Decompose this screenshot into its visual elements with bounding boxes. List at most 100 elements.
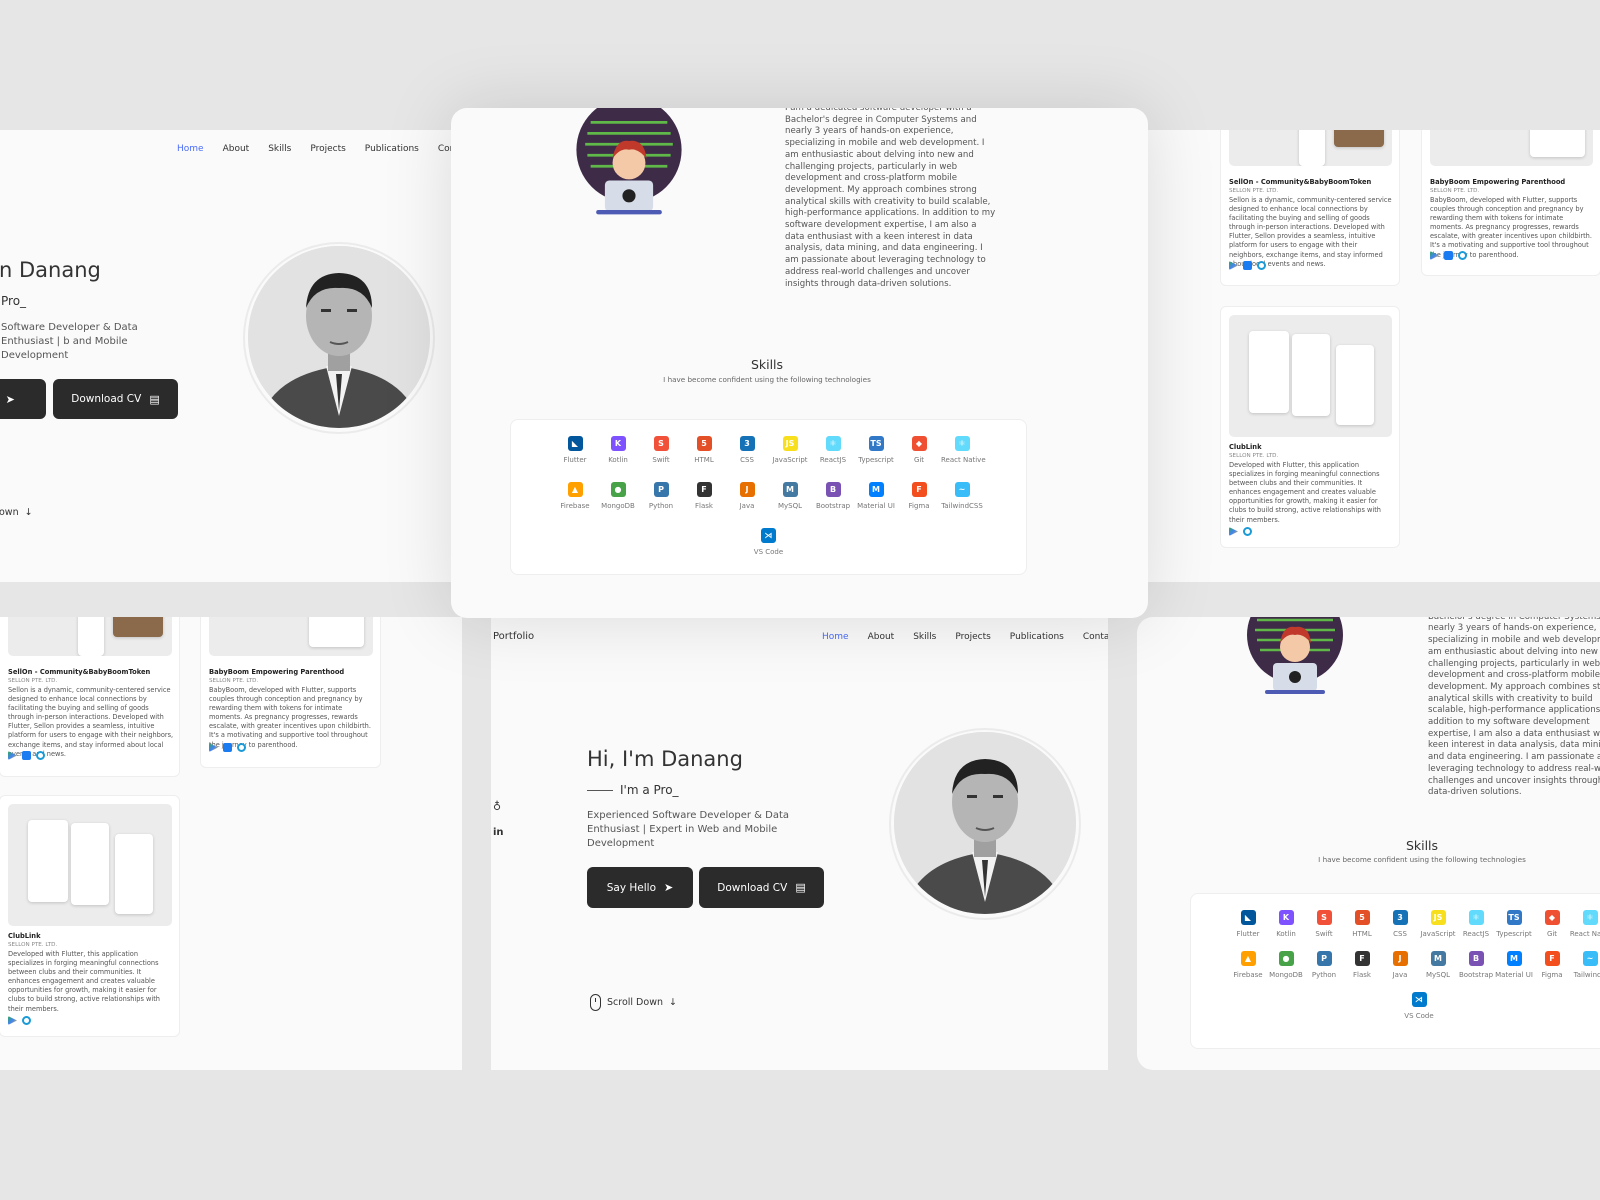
play-store-icon[interactable] — [1430, 251, 1439, 260]
project-card-babyboom[interactable]: BabyBoom Empowering Parenthood SELLON PT… — [1421, 130, 1600, 276]
project-card-clublink[interactable]: ClubLink SELLON PTE. LTD. Developed with… — [0, 795, 180, 1037]
skill-javascript: JS JavaScript — [1417, 910, 1459, 938]
scroll-down[interactable]: own ↓ — [0, 507, 33, 518]
about-skills-panel-cropped: I am a dedicated software developer with… — [1137, 617, 1600, 1070]
nav-projects[interactable]: Projects — [955, 632, 990, 642]
nav-about[interactable]: About — [868, 632, 895, 642]
say-hello-button[interactable]: Say Hello ➤ — [587, 867, 693, 908]
nav-skills[interactable]: Skills — [268, 144, 291, 154]
skill-icon: ~ — [1582, 951, 1598, 966]
web-icon[interactable] — [36, 751, 45, 760]
skill-python: P Python — [1303, 951, 1345, 979]
about-text: I am a dedicated software developer with… — [785, 108, 996, 289]
arrow-down-icon: ↓ — [668, 997, 677, 1008]
project-card-sellon[interactable]: SellOn - Community&BabyBoomToken SELLON … — [1220, 130, 1400, 286]
skill-label: JavaScript — [1420, 930, 1456, 938]
skill-label: Git — [1546, 930, 1558, 938]
nav-home[interactable]: Home — [177, 144, 204, 154]
play-store-icon[interactable] — [1229, 527, 1238, 536]
project-links — [8, 751, 50, 760]
project-description: Sellon is a dynamic, community-centered … — [1229, 196, 1392, 268]
play-store-icon[interactable] — [8, 1016, 17, 1025]
skill-python: P Python — [640, 482, 682, 510]
nav-home[interactable]: Home — [822, 632, 849, 642]
skill-label: Typescript — [1496, 930, 1532, 938]
skill-label: Python — [648, 502, 674, 510]
skill-label: MySQL — [1425, 971, 1451, 979]
app-store-icon[interactable] — [1444, 251, 1453, 260]
skill-material-ui: M Material UI — [855, 482, 897, 510]
download-cv-button[interactable]: Download CV ▤ — [699, 867, 824, 908]
skill-label: Firebase — [560, 502, 590, 510]
skill-label: Bootstrap — [1458, 971, 1494, 979]
skill-label: Figma — [1541, 971, 1563, 979]
skill-icon: ⚛ — [825, 436, 841, 451]
play-store-icon[interactable] — [1229, 261, 1238, 270]
project-screenshot — [8, 617, 172, 656]
app-store-icon[interactable] — [22, 751, 31, 760]
skill-icon: ⋊ — [1411, 992, 1427, 1007]
app-store-icon[interactable] — [223, 743, 232, 752]
skill-icon: ▲ — [1240, 951, 1256, 966]
project-links — [1229, 261, 1271, 270]
hero-greeting: Hi, I'm Danang — [587, 747, 743, 771]
nav-cropped: Home About Skills Projects Publications … — [177, 144, 460, 154]
nav-contact[interactable]: Contac — [1083, 632, 1108, 642]
play-store-icon[interactable] — [8, 751, 17, 760]
project-card-sellon[interactable]: SellOn - Community&BabyBoomToken SELLON … — [0, 617, 180, 777]
nav-projects[interactable]: Projects — [310, 144, 345, 154]
scroll-down[interactable]: Scroll Down ↓ — [590, 994, 677, 1011]
skill-label: ReactJS — [1462, 930, 1490, 938]
skill-css: 3 CSS — [1379, 910, 1421, 938]
skill-typescript: TS Typescript — [855, 436, 897, 464]
skill-label: TailwindCSS — [941, 502, 983, 510]
project-screenshot — [209, 617, 373, 656]
linkedin-icon[interactable]: in — [493, 827, 504, 838]
skill-icon: B — [1468, 951, 1484, 966]
skill-icon: F — [696, 482, 712, 497]
skill-icon: 5 — [696, 436, 712, 451]
play-store-icon[interactable] — [209, 743, 218, 752]
web-icon[interactable] — [237, 743, 246, 752]
skill-icon: JS — [1430, 910, 1446, 925]
skill-label: Kotlin — [608, 456, 628, 464]
web-icon[interactable] — [1243, 527, 1252, 536]
app-store-icon[interactable] — [1243, 261, 1252, 270]
skill-swift: S Swift — [640, 436, 682, 464]
project-links — [209, 743, 251, 752]
nav-publications[interactable]: Publications — [365, 144, 419, 154]
skill-html: 5 HTML — [1341, 910, 1383, 938]
skill-label: React Nativ — [1569, 930, 1600, 938]
skill-tailwindcss: ~ TailwindC — [1569, 951, 1600, 979]
skill-icon: K — [1278, 910, 1294, 925]
about-text: I am a dedicated software developer with… — [1428, 617, 1600, 798]
skill-icon: F — [1544, 951, 1560, 966]
skill-label: Python — [1311, 971, 1337, 979]
mockup-phone — [115, 834, 153, 914]
project-card-babyboom[interactable]: BabyBoom Empowering Parenthood SELLON PT… — [200, 617, 381, 768]
project-card-clublink[interactable]: ClubLink SELLON PTE. LTD. Developed with… — [1220, 306, 1400, 548]
web-icon[interactable] — [1257, 261, 1266, 270]
nav-about[interactable]: About — [223, 144, 250, 154]
nav-skills[interactable]: Skills — [913, 632, 936, 642]
web-icon[interactable] — [1458, 251, 1467, 260]
web-icon[interactable] — [22, 1016, 31, 1025]
hero-greeting: n Danang — [0, 258, 101, 282]
say-hello-button[interactable]: o➤ — [0, 379, 46, 419]
download-cv-button[interactable]: Download CV ▤ — [53, 379, 178, 419]
project-description: Developed with Flutter, this application… — [8, 950, 160, 1013]
skill-label: VS Code — [753, 548, 784, 556]
hero-description: Software Developer & Data Enthusiast | b… — [1, 322, 138, 361]
skill-java: J Java — [726, 482, 768, 510]
brand-logo[interactable]: Portfolio — [493, 631, 534, 642]
skill-label: Flutter — [563, 456, 587, 464]
skill-icon: TS — [868, 436, 884, 451]
hero-role: Pro_ — [1, 294, 26, 308]
skill-label: Typescript — [858, 456, 894, 464]
project-description: Developed with Flutter, this application… — [1229, 461, 1381, 524]
nav-publications[interactable]: Publications — [1010, 632, 1064, 642]
project-description: BabyBoom, developed with Flutter, suppor… — [209, 686, 371, 749]
hero-role-text: I'm a Pro_ — [620, 783, 679, 797]
github-icon[interactable]: ♁ — [493, 800, 501, 813]
skill-icon: ▲ — [567, 482, 583, 497]
